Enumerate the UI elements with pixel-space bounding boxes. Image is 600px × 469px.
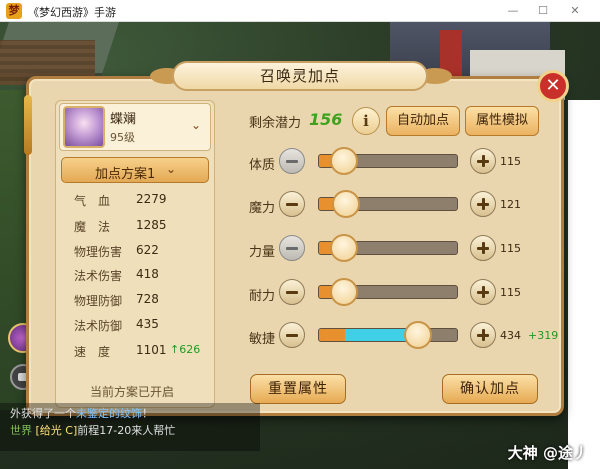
stat-name-phys-def: 物理防御	[74, 294, 123, 308]
stat-name-mp: 魔 法	[74, 220, 111, 234]
close-window-icon[interactable]: ✕	[564, 2, 586, 20]
stat-value-speed: 1101	[136, 343, 167, 357]
stat-value-phys-atk: 622	[136, 243, 159, 257]
attr-value-endurance: 115	[500, 286, 521, 299]
stat-value-phys-def: 728	[136, 292, 159, 306]
slider-knob-magic[interactable]	[332, 190, 360, 218]
stat-value-hp: 2279	[136, 192, 167, 206]
attr-increase-agility: +319	[528, 329, 559, 342]
app-icon: 梦	[6, 3, 22, 19]
plan-label: 加点方案1	[95, 167, 156, 182]
plan-status: 当前方案已开启	[90, 385, 175, 399]
slider-knob-strength[interactable]	[330, 234, 358, 262]
stat-value-mp: 1285	[136, 218, 167, 232]
chat-text: 外获得了一个	[10, 407, 76, 420]
window-titlebar: 梦 《梦幻西游》手游 — ☐ ✕	[0, 0, 600, 22]
slider-knob-endurance[interactable]	[330, 278, 358, 306]
chat-sender[interactable]: [给光 C]	[36, 424, 78, 437]
slider-track-agility[interactable]	[318, 328, 458, 342]
slider-knob-constitution[interactable]	[330, 147, 358, 175]
slider-knob-agility[interactable]	[404, 321, 432, 349]
stat-name-mag-atk: 法术伤害	[74, 269, 123, 283]
window-title: 《梦幻西游》手游	[28, 6, 116, 19]
stat-value-mag-def: 435	[136, 317, 159, 331]
stat-increase-speed: ↑626	[170, 343, 201, 356]
close-dialog-button[interactable]: ✕	[537, 70, 569, 102]
chat-message: 世界 [给光 C]前程17-20来人帮忙	[10, 422, 175, 438]
plan-chevron-icon[interactable]: ⌄	[166, 162, 176, 176]
info-icon[interactable]: i	[352, 107, 380, 135]
chevron-down-icon[interactable]: ⌄	[188, 117, 204, 133]
stat-name-mag-def: 法术防御	[74, 319, 123, 333]
slider-fill-agility	[319, 329, 346, 341]
remaining-points-label: 剩余潜力	[249, 116, 302, 131]
chat-text: ！	[142, 407, 153, 420]
stat-name-phys-atk: 物理伤害	[74, 245, 123, 259]
tassel-ornament	[24, 95, 32, 155]
minus-icon[interactable]	[279, 148, 305, 174]
plus-icon[interactable]	[470, 191, 496, 217]
chat-message: 外获得了一个未鉴定的纹饰！	[10, 405, 153, 421]
plus-icon[interactable]	[470, 235, 496, 261]
plus-icon[interactable]	[470, 322, 496, 348]
chat-channel-tag: 世界	[10, 424, 32, 437]
attr-value-magic: 121	[500, 198, 521, 211]
auto-allocate-button[interactable]: 自动加点	[386, 106, 460, 136]
confirm-points-button[interactable]: 确认加点	[442, 374, 538, 404]
stat-value-mag-atk: 418	[136, 267, 159, 281]
attr-label-magic: 魔力	[249, 201, 276, 216]
dialog-title: 召唤灵加点	[259, 67, 340, 85]
chat-text: 前程17-20来人帮忙	[77, 424, 176, 437]
maximize-icon[interactable]: ☐	[532, 2, 554, 20]
dialog-title-banner: 召唤灵加点	[172, 61, 428, 91]
attr-label-constitution: 体质	[249, 158, 276, 173]
plus-icon[interactable]	[470, 279, 496, 305]
stat-name-hp: 气 血	[74, 194, 111, 208]
attr-label-strength: 力量	[249, 245, 276, 260]
simulate-button[interactable]: 属性模拟	[465, 106, 539, 136]
attr-label-endurance: 耐力	[249, 289, 276, 304]
attr-label-agility: 敏捷	[249, 332, 276, 347]
pet-level: 95级	[110, 131, 135, 144]
stat-name-speed: 速 度	[74, 345, 111, 359]
minus-icon[interactable]	[279, 322, 305, 348]
reset-attributes-button[interactable]: 重置属性	[250, 374, 346, 404]
pet-avatar	[63, 106, 105, 148]
pet-name: 蝶斓	[110, 112, 137, 127]
minus-icon[interactable]	[279, 191, 305, 217]
chat-item-link[interactable]: 未鉴定的纹饰	[76, 407, 142, 420]
attr-value-constitution: 115	[500, 155, 521, 168]
attr-value-strength: 115	[500, 242, 521, 255]
minus-icon[interactable]	[279, 279, 305, 305]
scene-right-panel	[568, 100, 600, 469]
watermark: 大神 @途丿	[507, 444, 588, 462]
minus-icon[interactable]	[279, 235, 305, 261]
remaining-points-value: 156	[309, 110, 343, 129]
attr-value-agility: 434	[500, 329, 521, 342]
plus-icon[interactable]	[470, 148, 496, 174]
minimize-icon[interactable]: —	[502, 2, 524, 20]
